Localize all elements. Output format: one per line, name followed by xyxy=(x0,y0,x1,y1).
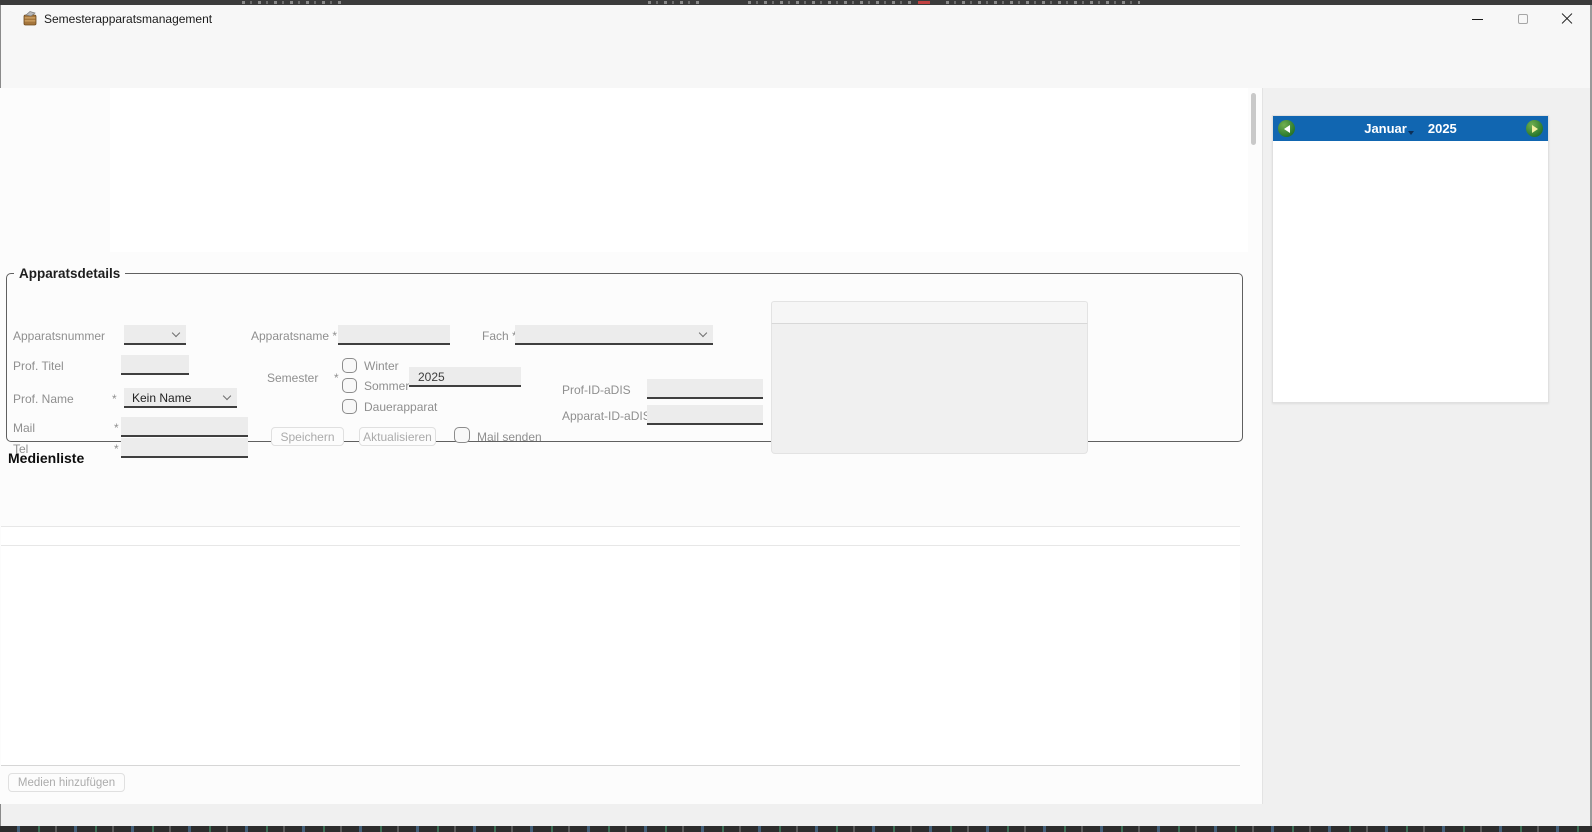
aktualisieren-button[interactable]: Aktualisieren xyxy=(359,427,436,446)
background-artifact xyxy=(236,1,344,4)
medienliste-title: Medienliste xyxy=(8,450,84,466)
sommer-radio-label: Sommer xyxy=(364,379,409,393)
apparat-id-adis-label: Apparat-ID-aDIS xyxy=(562,409,651,423)
window-title: Semesterapparatsmanagement xyxy=(44,12,212,26)
calendar-prev-button[interactable] xyxy=(1278,120,1295,137)
close-button[interactable] xyxy=(1544,5,1590,33)
titlebar: Semesterapparatsmanagement xyxy=(0,5,1592,33)
dauerapparat-radio-label: Dauerapparat xyxy=(364,400,437,414)
scrollbar-thumb[interactable] xyxy=(1251,93,1256,145)
semester-label: Semester xyxy=(267,371,318,385)
dokument-table-body xyxy=(771,323,1088,454)
apparatsnummer-label: Apparatsnummer xyxy=(13,329,105,343)
apparatsname-input[interactable] xyxy=(338,325,450,345)
mail-required-mark: * xyxy=(114,421,119,435)
calendar-month[interactable]: Januar xyxy=(1364,121,1407,136)
apps-table xyxy=(110,88,1248,252)
app-icon xyxy=(22,10,39,27)
mail-senden-checkbox[interactable] xyxy=(454,427,470,443)
dauerapparat-radio[interactable] xyxy=(342,399,357,414)
apps-table-scrollbar[interactable] xyxy=(1251,90,1257,250)
dokument-table xyxy=(771,301,1088,454)
minimize-button[interactable] xyxy=(1454,5,1500,33)
arrow-right-icon xyxy=(1532,125,1538,133)
calendar: Januar 2025 xyxy=(1272,115,1549,403)
chevron-down-icon xyxy=(699,329,707,337)
apparatsdetails-title: Apparatsdetails xyxy=(14,266,125,281)
semester-year-input[interactable]: 2025 xyxy=(409,367,521,387)
maximize-button[interactable] xyxy=(1500,5,1546,33)
calendar-next-button[interactable] xyxy=(1526,120,1543,137)
medien-hinzufuegen-button[interactable]: Medien hinzufügen xyxy=(8,773,125,792)
sommer-radio[interactable] xyxy=(342,378,357,393)
background-window-sliver-bottom xyxy=(0,826,1592,832)
background-artifact xyxy=(642,1,702,4)
maximize-icon xyxy=(1518,14,1528,24)
mail-input[interactable] xyxy=(121,417,248,437)
content-divider xyxy=(1262,88,1263,804)
apparatsdetails-group: Apparatsdetails Apparatsnummer Apparatsn… xyxy=(6,266,1243,442)
medienliste-body xyxy=(1,546,1240,766)
prof-titel-input[interactable] xyxy=(121,355,189,375)
prof-name-label: Prof. Name xyxy=(13,392,74,406)
close-icon xyxy=(1561,13,1573,25)
prof-name-required-mark: * xyxy=(112,392,117,406)
medienliste-header xyxy=(1,526,1240,546)
background-artifact xyxy=(742,1,912,4)
apparatsnummer-select[interactable] xyxy=(124,325,186,345)
fach-select[interactable] xyxy=(515,325,713,345)
chevron-down-icon xyxy=(1408,131,1414,135)
arrow-left-icon xyxy=(1284,125,1290,133)
tel-required-mark: * xyxy=(114,442,119,456)
minimize-icon xyxy=(1472,19,1483,20)
winter-radio-label: Winter xyxy=(364,359,399,373)
winter-radio[interactable] xyxy=(342,358,357,373)
apparatsname-label: Apparatsname * xyxy=(251,329,337,343)
tab-content-anlegen: Apparatsdetails Apparatsnummer Apparatsn… xyxy=(0,88,1262,804)
prof-titel-label: Prof. Titel xyxy=(13,359,64,373)
calendar-header: Januar 2025 xyxy=(1273,116,1548,141)
background-artifact xyxy=(940,1,1140,4)
background-artifact xyxy=(918,1,930,4)
mail-senden-label: Mail senden xyxy=(477,430,542,444)
semester-year-value: 2025 xyxy=(409,367,521,384)
prof-name-selected-value: Kein Name xyxy=(124,388,237,405)
calendar-title[interactable]: Januar 2025 xyxy=(1273,121,1548,136)
chevron-down-icon xyxy=(172,329,180,337)
prof-id-adis-input[interactable] xyxy=(647,379,763,399)
tel-input[interactable] xyxy=(121,438,248,458)
prof-name-select[interactable]: Kein Name xyxy=(124,388,237,408)
calendar-year[interactable]: 2025 xyxy=(1428,121,1457,136)
fach-label: Fach * xyxy=(482,329,517,343)
speichern-button[interactable]: Speichern xyxy=(271,427,344,446)
apparat-id-adis-input[interactable] xyxy=(647,405,763,425)
dokument-table-header xyxy=(771,301,1088,323)
calendar-day-headers xyxy=(1273,141,1548,146)
semester-required-mark: * xyxy=(334,371,339,385)
mail-label: Mail xyxy=(13,421,35,435)
prof-id-adis-label: Prof-ID-aDIS xyxy=(562,383,631,397)
